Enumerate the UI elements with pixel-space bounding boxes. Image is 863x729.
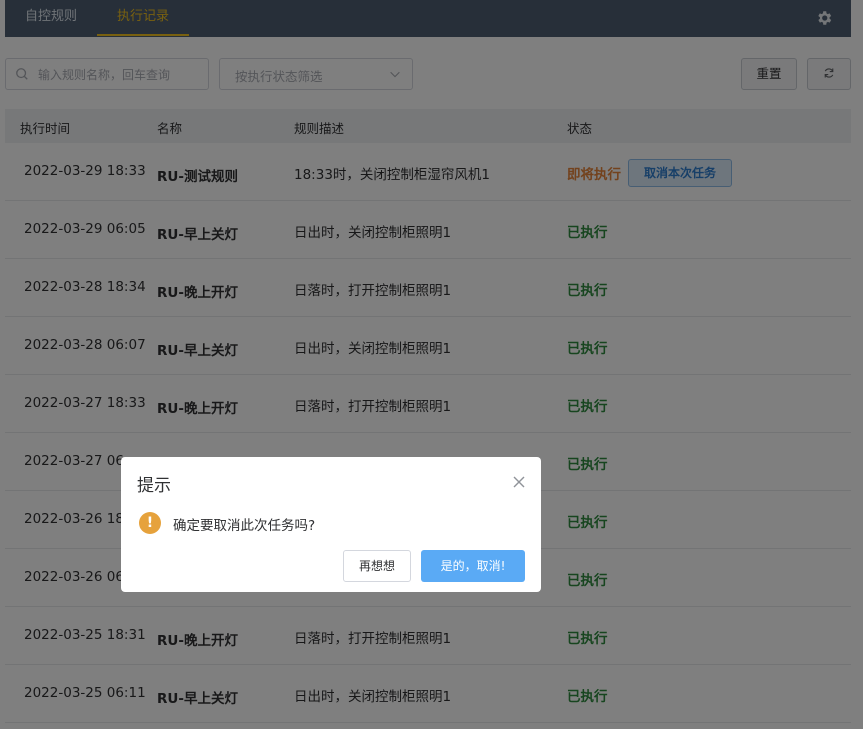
dialog-message: 确定要取消此次任务吗? xyxy=(173,518,316,534)
dialog-confirm-button[interactable]: 是的，取消! xyxy=(421,550,525,582)
confirm-dialog: 提示 ! 确定要取消此次任务吗? 再想想 是的，取消! xyxy=(121,457,541,592)
modal-overlay[interactable] xyxy=(0,0,863,729)
warning-icon: ! xyxy=(139,512,161,534)
dialog-cancel-button[interactable]: 再想想 xyxy=(343,550,411,582)
dialog-title: 提示 xyxy=(137,476,171,496)
close-icon[interactable] xyxy=(512,475,526,489)
